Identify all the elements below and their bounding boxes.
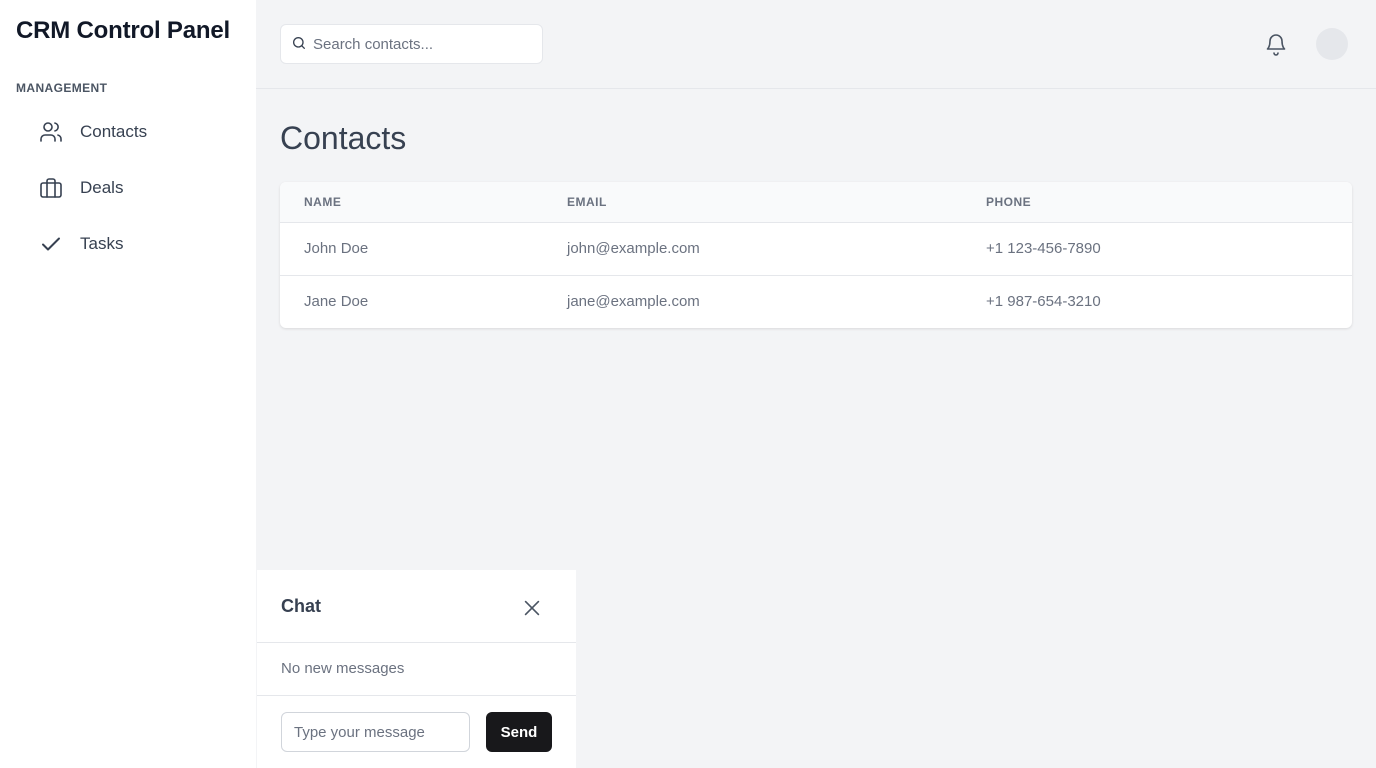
sidebar-item-label: Tasks bbox=[80, 234, 124, 253]
search-input[interactable] bbox=[313, 25, 541, 63]
close-icon[interactable] bbox=[521, 597, 543, 619]
chat-header: Chat bbox=[257, 570, 576, 643]
table-row[interactable]: John Doe john@example.com +1 123-456-789… bbox=[280, 222, 1352, 275]
column-header-phone[interactable]: PHONE bbox=[962, 182, 1352, 223]
sidebar-item-tasks[interactable]: Tasks bbox=[24, 220, 240, 268]
column-header-email[interactable]: EMAIL bbox=[543, 182, 962, 223]
check-icon bbox=[24, 232, 80, 256]
avatar[interactable] bbox=[1316, 28, 1348, 60]
sidebar-item-deals[interactable]: Deals bbox=[24, 164, 240, 212]
column-header-name[interactable]: NAME bbox=[280, 182, 543, 223]
cell-email: jane@example.com bbox=[543, 274, 962, 328]
cell-phone: +1 123-456-7890 bbox=[986, 240, 1101, 257]
sidebar: CRM Control Panel MANAGEMENT Contacts De… bbox=[0, 0, 256, 768]
cell-name: John Doe bbox=[304, 240, 369, 257]
chat-message-input[interactable] bbox=[281, 712, 470, 752]
chat-messages: No new messages bbox=[257, 643, 576, 696]
search-icon bbox=[291, 35, 307, 56]
cell-name: Jane Doe bbox=[280, 274, 543, 328]
sidebar-item-label: Contacts bbox=[80, 122, 148, 141]
users-icon bbox=[24, 120, 80, 144]
top-header bbox=[256, 0, 1376, 89]
send-button[interactable]: Send bbox=[486, 712, 552, 752]
sidebar-section-label: MANAGEMENT bbox=[16, 81, 108, 95]
sidebar-item-label: Deals bbox=[80, 178, 124, 197]
app-root: CRM Control Panel MANAGEMENT Contacts De… bbox=[0, 0, 1376, 768]
table-row[interactable]: Jane Doe jane@example.com +1 987-654-321… bbox=[280, 274, 1352, 328]
contacts-table: NAME EMAIL PHONE John Doe john@example.c… bbox=[280, 182, 1352, 328]
page-title: Contacts bbox=[280, 120, 407, 156]
table-header-row: NAME EMAIL PHONE bbox=[280, 182, 1352, 223]
chat-empty-text: No new messages bbox=[281, 660, 405, 677]
sidebar-item-contacts[interactable]: Contacts bbox=[24, 108, 240, 156]
briefcase-icon bbox=[24, 176, 80, 200]
bell-icon[interactable] bbox=[1264, 31, 1288, 57]
app-title: CRM Control Panel bbox=[16, 17, 230, 44]
chat-panel: Chat No new messages Send bbox=[257, 570, 576, 768]
chat-title: Chat bbox=[281, 596, 321, 616]
cell-email: john@example.com bbox=[567, 240, 700, 257]
cell-phone: +1 987-654-3210 bbox=[962, 274, 1352, 328]
search-box bbox=[280, 24, 543, 64]
